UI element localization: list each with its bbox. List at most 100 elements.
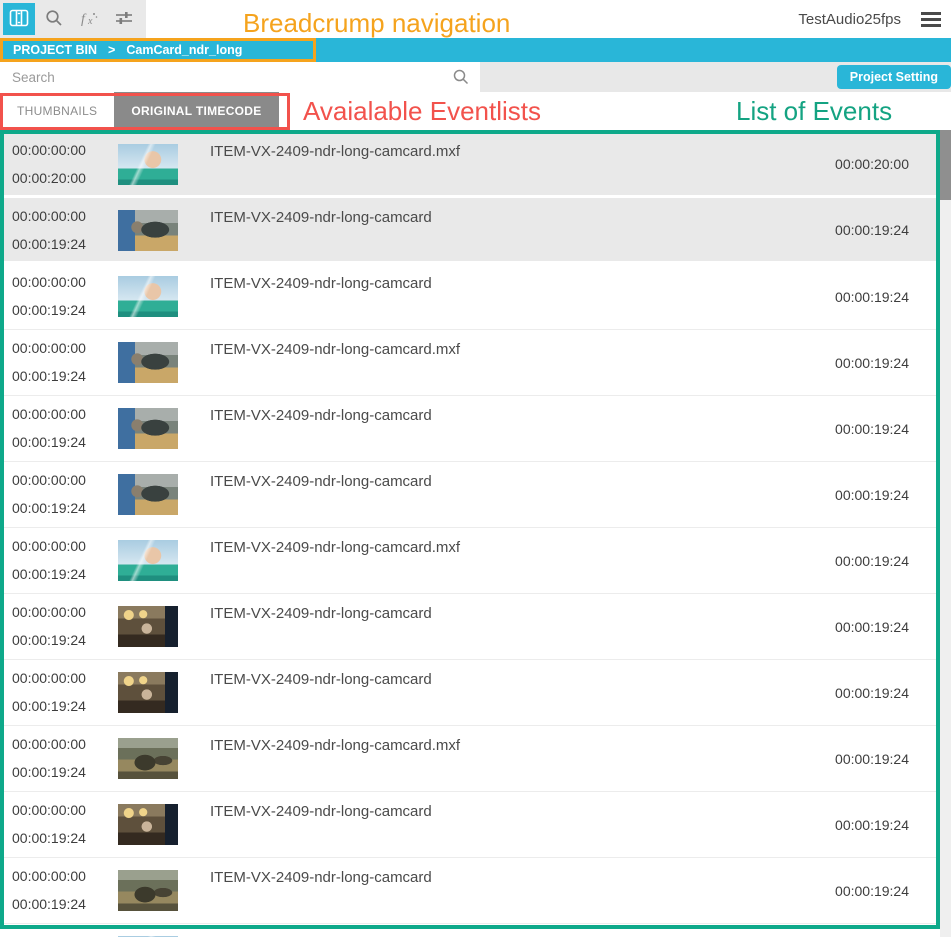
start-timecode: 00:00:00:00 [12, 736, 86, 752]
event-name: ITEM-VX-2409-ndr-long-camcard [210, 209, 432, 226]
event-duration-timecode: 00:00:19:24 [835, 751, 909, 767]
project-title: TestAudio25fps [798, 11, 901, 28]
event-name: ITEM-VX-2409-ndr-long-camcard.mxf [210, 539, 460, 556]
event-duration-timecode: 00:00:19:24 [835, 355, 909, 371]
event-thumbnail[interactable] [118, 606, 178, 647]
event-name: ITEM-VX-2409-ndr-long-camcard.mxf [210, 737, 460, 754]
event-row[interactable]: 00:00:00:00 00:00:19:24 ITEM-VX-2409-ndr… [0, 330, 937, 396]
start-timecode: 00:00:00:00 [12, 538, 86, 554]
event-thumbnail[interactable] [118, 144, 178, 185]
event-thumbnail[interactable] [118, 474, 178, 515]
svg-text:f: f [81, 12, 87, 27]
effects-button[interactable]: f x [73, 3, 105, 35]
start-timecode: 00:00:00:00 [12, 142, 86, 158]
start-timecode: 00:00:00:00 [12, 868, 86, 884]
end-timecode: 00:00:19:24 [12, 368, 86, 384]
project-setting-button[interactable]: Project Setting [837, 65, 951, 89]
event-name: ITEM-VX-2409-ndr-long-camcard [210, 407, 432, 424]
event-thumbnail[interactable] [118, 210, 178, 251]
eventlist-tabs: THUMBNAILS ORIGINAL TIMECODE [0, 92, 951, 130]
event-duration-timecode: 00:00:20:00 [835, 156, 909, 172]
event-thumbnail[interactable] [118, 672, 178, 713]
scrollbar-thumb[interactable] [940, 130, 951, 200]
event-duration-timecode: 00:00:19:24 [835, 421, 909, 437]
search-row: Project Setting [0, 62, 951, 92]
event-thumbnail[interactable] [118, 804, 178, 845]
end-timecode: 00:00:19:24 [12, 566, 86, 582]
event-thumbnail[interactable] [118, 870, 178, 911]
event-row[interactable]: 00:00:00:00 00:00:19:24 ITEM-VX-2409-ndr… [0, 726, 937, 792]
app-window: f x TestAudio [0, 0, 951, 937]
vertical-scrollbar[interactable] [940, 130, 951, 937]
search-icon [44, 8, 64, 31]
event-thumbnail[interactable] [118, 408, 178, 449]
end-timecode: 00:00:19:24 [12, 896, 86, 912]
filter-settings-button[interactable] [108, 3, 140, 35]
event-duration-timecode: 00:00:19:24 [835, 487, 909, 503]
filmstrip-icon [8, 7, 30, 32]
event-list: 00:00:00:00 00:00:20:00 ITEM-VX-2409-ndr… [0, 130, 937, 937]
event-name: ITEM-VX-2409-ndr-long-camcard.mxf [210, 341, 460, 358]
event-thumbnail[interactable] [118, 738, 178, 779]
event-name: ITEM-VX-2409-ndr-long-camcard [210, 803, 432, 820]
end-timecode: 00:00:19:24 [12, 764, 86, 780]
end-timecode: 00:00:19:24 [12, 302, 86, 318]
tab-thumbnails[interactable]: THUMBNAILS [0, 92, 114, 130]
event-duration-timecode: 00:00:19:24 [835, 289, 909, 305]
event-name: ITEM-VX-2409-ndr-long-camcard [210, 275, 432, 292]
event-duration-timecode: 00:00:19:24 [835, 553, 909, 569]
event-row[interactable]: 00:00:00:00 00:00:19:24 ITEM-VX-2409-ndr… [0, 792, 937, 858]
event-thumbnail[interactable] [118, 342, 178, 383]
event-thumbnail[interactable] [118, 540, 178, 581]
end-timecode: 00:00:19:24 [12, 500, 86, 516]
sliders-icon [114, 8, 134, 31]
event-duration-timecode: 00:00:19:24 [835, 222, 909, 238]
event-duration-timecode: 00:00:19:24 [835, 685, 909, 701]
event-row[interactable]: 00:00:00:00 00:00:19:24 ITEM-VX-2409-ndr… [0, 858, 937, 924]
event-row[interactable]: 00:00:00:00 00:00:20:00 ITEM-VX-2409-ndr… [0, 132, 937, 198]
toolbar-icon-strip: f x [0, 0, 146, 38]
end-timecode: 00:00:19:24 [12, 434, 86, 450]
start-timecode: 00:00:00:00 [12, 802, 86, 818]
event-duration-timecode: 00:00:19:24 [835, 817, 909, 833]
breadcrumb-separator-icon: > [108, 43, 115, 57]
event-name: ITEM-VX-2409-ndr-long-camcard [210, 671, 432, 688]
search-tool-button[interactable] [38, 3, 70, 35]
event-row[interactable]: 00:00:00:00 00:00:19:24 ITEM-VX-2409-ndr… [0, 660, 937, 726]
search-submit-icon[interactable] [452, 68, 470, 91]
event-name: ITEM-VX-2409-ndr-long-camcard [210, 605, 432, 622]
tab-original-timecode[interactable]: ORIGINAL TIMECODE [114, 92, 278, 130]
event-row[interactable]: 00:00:00:00 00:00:19:24 ITEM-VX-2409-ndr… [0, 594, 937, 660]
event-duration-timecode: 00:00:19:24 [835, 883, 909, 899]
event-name: ITEM-VX-2409-ndr-long-camcard.mxf [210, 143, 460, 160]
end-timecode: 00:00:19:24 [12, 830, 86, 846]
start-timecode: 00:00:00:00 [12, 208, 86, 224]
end-timecode: 00:00:19:24 [12, 632, 86, 648]
end-timecode: 00:00:19:24 [12, 698, 86, 714]
start-timecode: 00:00:00:00 [12, 406, 86, 422]
start-timecode: 00:00:00:00 [12, 274, 86, 290]
event-name: ITEM-VX-2409-ndr-long-camcard [210, 869, 432, 886]
event-row[interactable]: 00:00:00:00 00:00:19:24 ITEM-VX-2409-ndr… [0, 528, 937, 594]
effects-fx-icon: f x [78, 8, 100, 31]
breadcrumb-root[interactable]: PROJECT BIN [13, 43, 97, 57]
hamburger-menu-icon[interactable] [921, 12, 941, 27]
breadcrumb-current: CamCard_ndr_long [126, 43, 242, 57]
start-timecode: 00:00:00:00 [12, 670, 86, 686]
event-row[interactable]: 00:00:00:00 00:00:19:24 ITEM-VX-2409-ndr… [0, 462, 937, 528]
event-row[interactable]: 00:00:00:00 00:00:19:24 ITEM-VX-2409-ndr… [0, 396, 937, 462]
start-timecode: 00:00:00:00 [12, 472, 86, 488]
end-timecode: 00:00:19:24 [12, 236, 86, 252]
event-row[interactable]: 00:00:00:00 ITEM-VX-2409-ndr-long-camcar… [0, 924, 937, 937]
start-timecode: 00:00:00:00 [12, 604, 86, 620]
toolbar-right: TestAudio25fps [798, 0, 941, 38]
start-timecode: 00:00:00:00 [12, 340, 86, 356]
search-box [0, 62, 480, 92]
event-row[interactable]: 00:00:00:00 00:00:19:24 ITEM-VX-2409-ndr… [0, 264, 937, 330]
bin-view-button[interactable] [3, 3, 35, 35]
event-row[interactable]: 00:00:00:00 00:00:19:24 ITEM-VX-2409-ndr… [0, 198, 937, 264]
event-name: ITEM-VX-2409-ndr-long-camcard [210, 473, 432, 490]
event-thumbnail[interactable] [118, 276, 178, 317]
breadcrumb: PROJECT BIN > CamCard_ndr_long [0, 38, 951, 62]
search-input[interactable] [0, 62, 480, 92]
